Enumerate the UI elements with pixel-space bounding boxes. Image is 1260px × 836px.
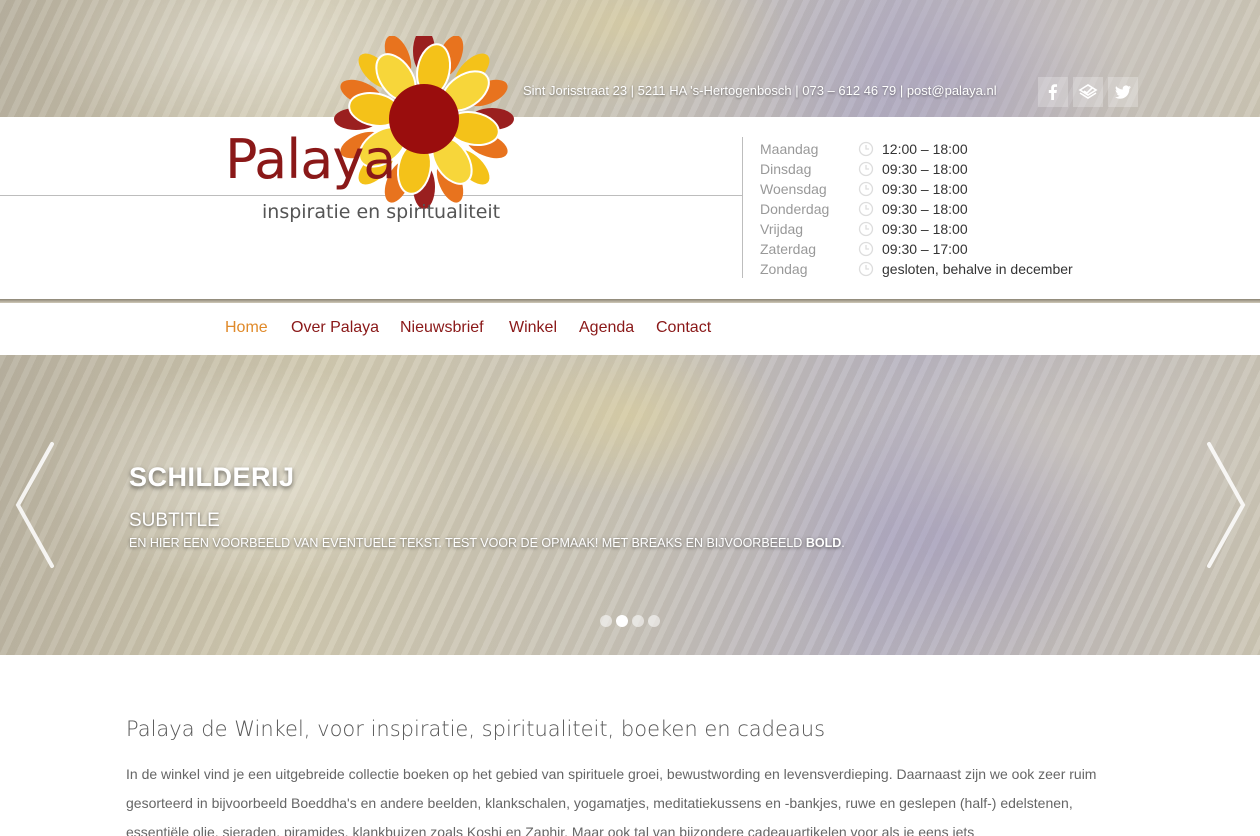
clock-icon <box>858 241 874 257</box>
clock-icon <box>858 161 874 177</box>
slider-dot-active[interactable] <box>616 615 628 627</box>
opening-hours: Maandag 12:00 – 18:00 Dinsdag 09:30 – 18… <box>760 139 1073 279</box>
facebook-icon[interactable] <box>1038 77 1068 107</box>
hours-day: Vrijdag <box>760 221 804 237</box>
clock-icon <box>858 221 874 237</box>
nav-nieuwsbrief[interactable]: Nieuwsbrief <box>400 319 484 337</box>
slide-text-end: . <box>841 536 845 550</box>
clock-icon <box>858 181 874 197</box>
nav-contact[interactable]: Contact <box>656 319 711 337</box>
nav-winkel[interactable]: Winkel <box>509 319 557 337</box>
hours-day: Woensdag <box>760 181 827 197</box>
slider-dot[interactable] <box>648 615 660 627</box>
logo-text[interactable]: Palaya <box>225 128 396 191</box>
clock-icon <box>858 141 874 157</box>
hours-time: 09:30 – 17:00 <box>882 241 968 257</box>
hours-row: Woensdag 09:30 – 18:00 <box>760 179 1073 199</box>
slide-text-main: EN HIER EEN VOORBEELD VAN EVENTUELE TEKS… <box>129 536 806 550</box>
clock-icon <box>858 261 874 277</box>
foursquare-icon[interactable] <box>1073 77 1103 107</box>
hours-day: Dinsdag <box>760 161 812 177</box>
hours-divider <box>742 137 743 278</box>
hours-row: Zaterdag 09:30 – 17:00 <box>760 239 1073 259</box>
hours-day: Maandag <box>760 141 819 157</box>
hours-row: Maandag 12:00 – 18:00 <box>760 139 1073 159</box>
hours-time: gesloten, behalve in december <box>882 261 1073 277</box>
hours-time: 09:30 – 18:00 <box>882 201 968 217</box>
header-background <box>0 0 1260 117</box>
nav-over-palaya[interactable]: Over Palaya <box>291 319 379 337</box>
slider-dots <box>600 615 660 627</box>
slide-title: SCHILDERIJ <box>129 462 295 492</box>
hours-row: Dinsdag 09:30 – 18:00 <box>760 159 1073 179</box>
nav-agenda[interactable]: Agenda <box>579 319 634 337</box>
hours-time: 12:00 – 18:00 <box>882 141 968 157</box>
hours-row: Donderdag 09:30 – 18:00 <box>760 199 1073 219</box>
logo-tagline: inspiratie en spiritualiteit <box>262 201 501 223</box>
chevron-left-icon[interactable] <box>12 440 58 570</box>
hours-day: Zaterdag <box>760 241 817 257</box>
hours-row: Zondag gesloten, behalve in december <box>760 259 1073 279</box>
chevron-right-icon[interactable] <box>1203 440 1249 570</box>
hours-time: 09:30 – 18:00 <box>882 161 968 177</box>
page-title: Palaya de Winkel, voor inspiratie, spiri… <box>126 717 826 741</box>
hours-day: Donderdag <box>760 201 830 217</box>
slide-text-bold: BOLD <box>805 536 842 550</box>
slide-subtitle: SUBTITLE <box>129 510 220 531</box>
slide-text: EN HIER EEN VOORBEELD VAN EVENTUELE TEKS… <box>129 536 845 550</box>
twitter-icon[interactable] <box>1108 77 1138 107</box>
hours-row: Vrijdag 09:30 – 18:00 <box>760 219 1073 239</box>
hours-day: Zondag <box>760 261 808 277</box>
hero-slider <box>0 355 1260 655</box>
intro-paragraph: In de winkel vind je een uitgebreide col… <box>126 766 1097 836</box>
slider-dot[interactable] <box>632 615 644 627</box>
hours-time: 09:30 – 18:00 <box>882 181 968 197</box>
hours-time: 09:30 – 18:00 <box>882 221 968 237</box>
slider-dot[interactable] <box>600 615 612 627</box>
nav-home[interactable]: Home <box>225 319 268 337</box>
clock-icon <box>858 201 874 217</box>
contact-info: Sint Jorisstraat 23 | 5211 HA 's-Hertoge… <box>523 83 997 98</box>
